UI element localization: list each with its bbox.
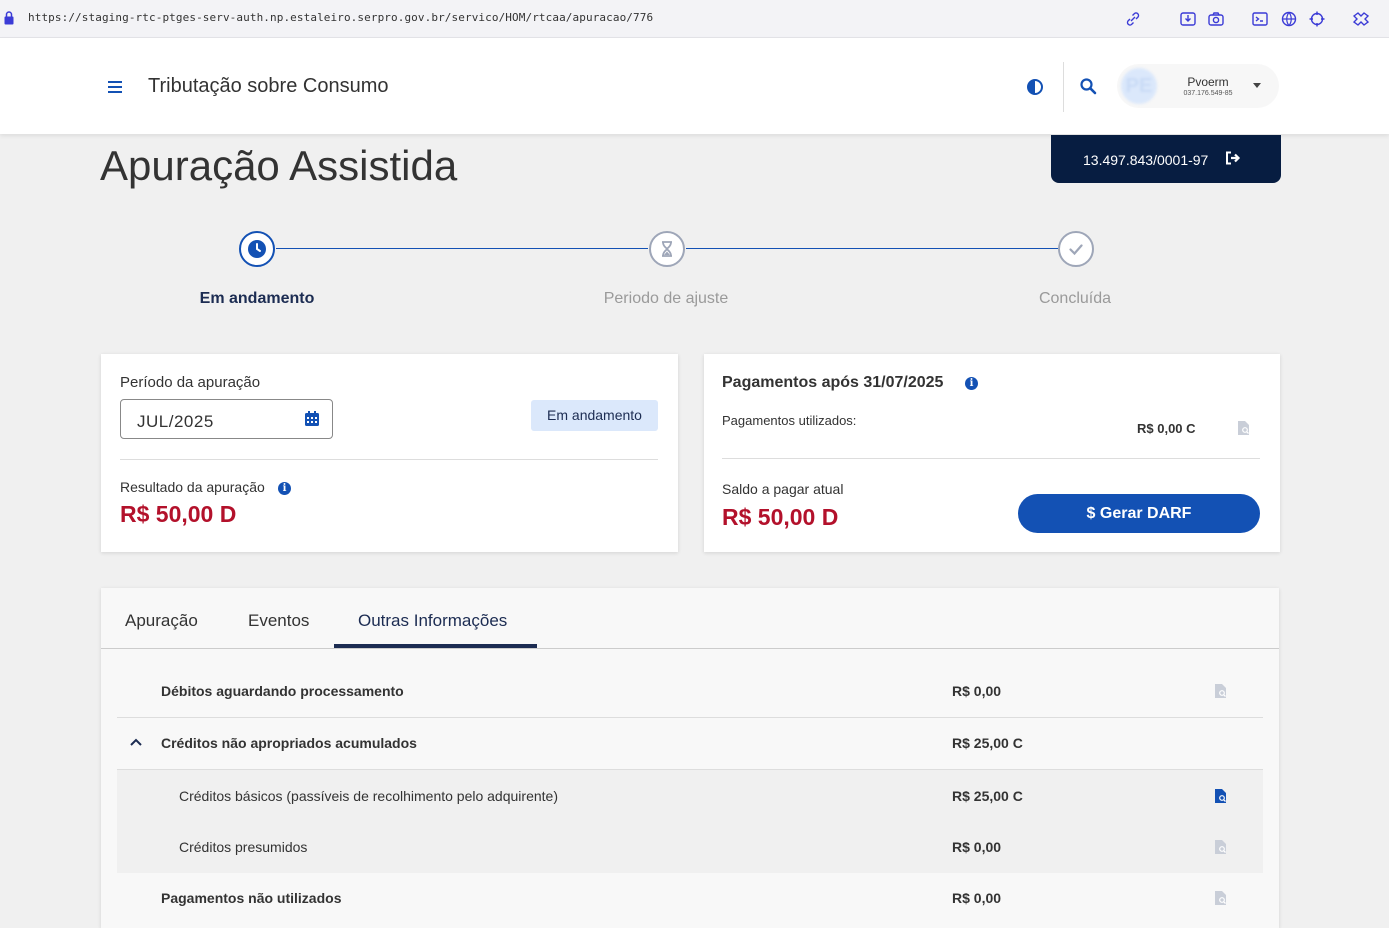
active-tab-indicator bbox=[334, 644, 537, 648]
app-header: Tributação sobre Consumo PE Pvoerm 037.1… bbox=[0, 38, 1389, 134]
pagamentos-utilizados-value: R$ 0,00 C bbox=[1137, 421, 1196, 436]
tab-apuracao[interactable]: Apuração bbox=[125, 611, 198, 631]
periodo-date-input[interactable]: JUL/2025 bbox=[120, 399, 333, 439]
step-label: Em andamento bbox=[199, 290, 315, 307]
divider bbox=[120, 459, 658, 460]
row-label: Créditos presumidos bbox=[179, 839, 308, 855]
download-icon[interactable] bbox=[1179, 10, 1197, 28]
hourglass-icon bbox=[662, 241, 672, 257]
table-row[interactable]: Créditos não apropriados acumulados R$ 2… bbox=[117, 717, 1263, 770]
tab-eventos[interactable]: Eventos bbox=[248, 611, 309, 631]
crosshair-icon[interactable] bbox=[1308, 10, 1326, 28]
user-cpf: 037.176.549-85 bbox=[1183, 90, 1233, 97]
logout-icon[interactable] bbox=[1225, 151, 1241, 165]
tab-outras-informacoes[interactable]: Outras Informações bbox=[358, 611, 507, 631]
document-search-icon[interactable] bbox=[1214, 839, 1228, 855]
calendar-icon[interactable] bbox=[304, 410, 320, 427]
periodo-card: Período da apuração JUL/2025 Em andament… bbox=[101, 354, 678, 552]
app-title: Tributação sobre Consumo bbox=[148, 75, 389, 97]
address-bar-url[interactable]: https://staging-rtc-ptges-serv-auth.np.e… bbox=[28, 11, 653, 24]
status-badge: Em andamento bbox=[531, 400, 658, 431]
document-search-icon[interactable] bbox=[1214, 683, 1228, 699]
clock-icon bbox=[248, 240, 266, 258]
extension-icon[interactable] bbox=[1351, 10, 1371, 28]
row-value: R$ 0,00 bbox=[952, 839, 1002, 855]
page-title: Apuração Assistida bbox=[100, 142, 458, 189]
row-value: R$ 25,00 C bbox=[952, 735, 1023, 751]
stepper-connector bbox=[686, 248, 1058, 249]
chevron-down-icon bbox=[1253, 83, 1261, 88]
globe-icon[interactable] bbox=[1280, 10, 1298, 28]
check-icon bbox=[1069, 244, 1083, 256]
pagamentos-utilizados-label: Pagamentos utilizados: bbox=[722, 413, 857, 428]
row-label: Débitos aguardando processamento bbox=[161, 683, 404, 699]
row-value: R$ 0,00 bbox=[952, 683, 1002, 699]
row-label: Pagamentos não utilizados bbox=[161, 890, 342, 906]
pagamentos-title: Pagamentos após 31/07/2025 bbox=[722, 374, 944, 391]
table-row: Débitos aguardando processamento R$ 0,00 bbox=[117, 665, 1263, 718]
stepper-connector bbox=[276, 248, 648, 249]
contrast-icon[interactable] bbox=[1026, 78, 1044, 96]
step-em-andamento[interactable] bbox=[239, 231, 275, 267]
info-icon[interactable]: i bbox=[965, 377, 978, 390]
cnpj-selector[interactable]: 13.497.843/0001-97 bbox=[1051, 135, 1281, 183]
divider bbox=[722, 458, 1260, 459]
menu-icon[interactable] bbox=[107, 80, 125, 94]
terminal-icon[interactable] bbox=[1251, 10, 1269, 28]
pagamentos-card: Pagamentos após 31/07/2025 i Pagamentos … bbox=[704, 354, 1280, 552]
row-value: R$ 25,00 C bbox=[952, 788, 1023, 804]
resultado-label: Resultado da apuração bbox=[120, 479, 265, 495]
step-periodo-de-ajuste[interactable] bbox=[649, 231, 685, 267]
header-divider bbox=[1063, 62, 1064, 112]
gerar-darf-button[interactable]: $ Gerar DARF bbox=[1018, 494, 1260, 533]
step-concluida[interactable] bbox=[1058, 231, 1094, 267]
tab-bar: Apuração Eventos Outras Informações bbox=[101, 588, 1279, 649]
info-tabs-panel: Apuração Eventos Outras Informações Débi… bbox=[101, 588, 1279, 928]
step-label: Concluída bbox=[1038, 290, 1112, 307]
row-label: Créditos básicos (passíveis de recolhime… bbox=[179, 788, 558, 804]
cnpj-value: 13.497.843/0001-97 bbox=[1083, 152, 1209, 168]
row-value: R$ 0,00 bbox=[952, 890, 1002, 906]
step-label: Periodo de ajuste bbox=[603, 290, 729, 307]
resultado-value: R$ 50,00 D bbox=[120, 501, 237, 527]
saldo-label: Saldo a pagar atual bbox=[722, 481, 844, 497]
periodo-label: Período da apuração bbox=[120, 374, 261, 391]
row-label: Créditos não apropriados acumulados bbox=[161, 735, 417, 751]
link-icon[interactable] bbox=[1124, 10, 1142, 28]
table-row: Pagamentos não utilizados R$ 0,00 bbox=[117, 872, 1263, 924]
browser-toolbar: https://staging-rtc-ptges-serv-auth.np.e… bbox=[0, 0, 1389, 38]
document-search-icon[interactable] bbox=[1237, 420, 1251, 436]
table-row: Créditos presumidos R$ 0,00 bbox=[117, 821, 1263, 873]
info-icon[interactable]: i bbox=[278, 482, 291, 495]
periodo-value: JUL/2025 bbox=[137, 412, 214, 431]
lock-icon bbox=[4, 11, 14, 25]
camera-icon[interactable] bbox=[1207, 10, 1225, 28]
user-name: Pvoerm bbox=[1187, 75, 1229, 89]
document-search-icon[interactable] bbox=[1214, 890, 1228, 906]
user-menu[interactable]: PE Pvoerm 037.176.549-85 bbox=[1117, 64, 1279, 108]
chevron-up-icon[interactable] bbox=[129, 737, 143, 747]
saldo-value: R$ 50,00 D bbox=[722, 504, 839, 530]
table-row: Créditos básicos (passíveis de recolhime… bbox=[117, 770, 1263, 822]
search-icon[interactable] bbox=[1079, 77, 1097, 95]
document-search-icon[interactable] bbox=[1214, 788, 1228, 804]
avatar: PE bbox=[1121, 68, 1157, 104]
